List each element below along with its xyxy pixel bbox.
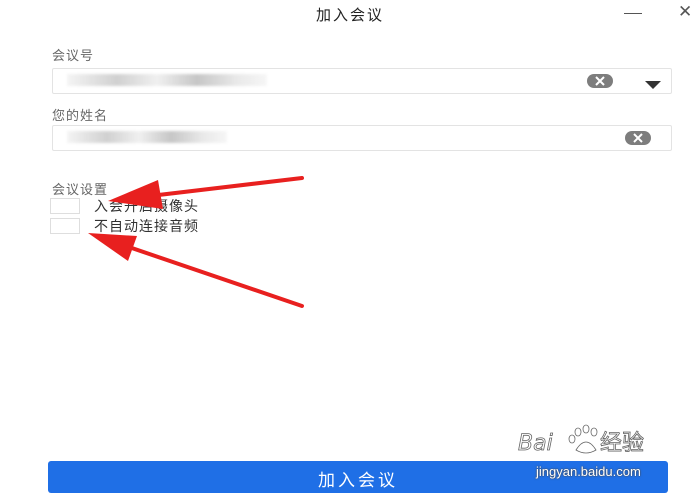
close-icon[interactable]: ✕ bbox=[678, 2, 700, 22]
chevron-down-icon[interactable] bbox=[643, 76, 663, 89]
svg-text:Bai: Bai bbox=[518, 431, 553, 456]
baidu-logo-icon: Bai 经验 bbox=[518, 424, 644, 456]
camera-checkbox[interactable] bbox=[50, 198, 80, 214]
clear-icon[interactable] bbox=[625, 131, 651, 145]
annotation-arrow-lower bbox=[88, 233, 304, 308]
audio-option-label: 不自动连接音频 bbox=[94, 219, 199, 235]
baidu-jingyan-watermark: Bai 经验 jingyan.baidu.com bbox=[500, 420, 700, 500]
minimize-icon[interactable] bbox=[622, 4, 644, 22]
redacted-value bbox=[67, 131, 227, 143]
name-field[interactable] bbox=[52, 125, 672, 152]
audio-checkbox[interactable] bbox=[50, 218, 80, 234]
meeting-id-label: 会议号 bbox=[52, 49, 95, 64]
svg-text:经验: 经验 bbox=[600, 431, 644, 456]
window-title: 加入会议 bbox=[315, 6, 384, 24]
meeting-id-field[interactable] bbox=[52, 68, 672, 95]
watermark-url: jingyan.baidu.com bbox=[536, 464, 641, 479]
name-label: 您的姓名 bbox=[52, 109, 109, 124]
camera-option-label: 入会开启摄像头 bbox=[94, 199, 199, 215]
redacted-value bbox=[67, 74, 267, 86]
clear-icon[interactable] bbox=[587, 74, 613, 88]
title-bar: 加入会议 ✕ bbox=[0, 0, 700, 28]
